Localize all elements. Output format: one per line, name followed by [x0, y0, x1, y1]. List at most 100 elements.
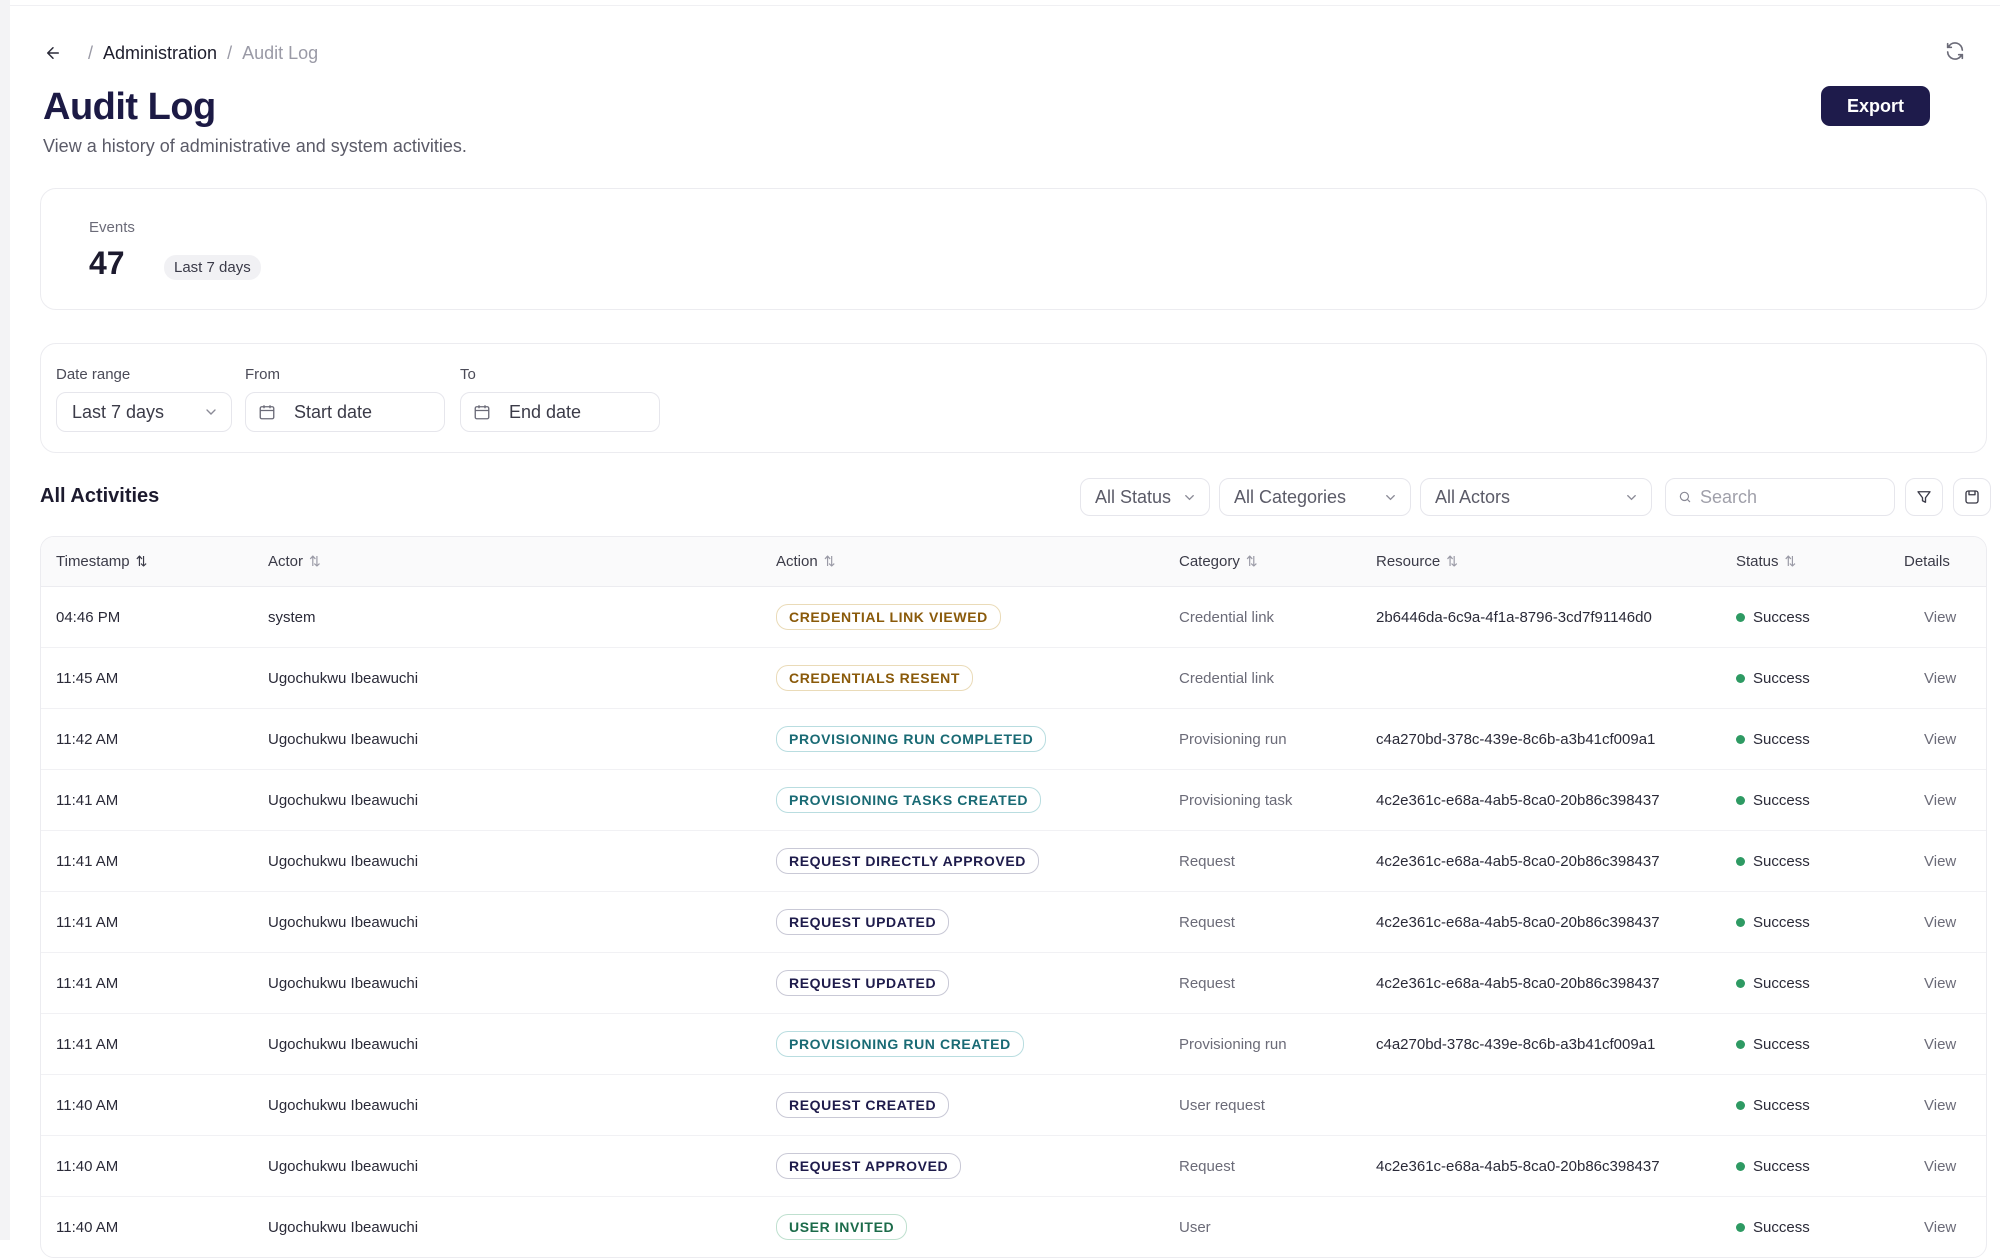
view-details-link[interactable]: View	[1924, 731, 1956, 748]
action-badge: REQUEST UPDATED	[776, 909, 950, 935]
cell-status: Success	[1736, 648, 1810, 708]
save-icon	[1965, 490, 1979, 504]
start-date-field[interactable]: Start date	[245, 392, 445, 432]
view-details-link[interactable]: View	[1924, 1158, 1956, 1175]
cell-resource: 4c2e361c-e68a-4ab5-8ca0-20b86c398437	[1376, 831, 1660, 891]
view-details-link[interactable]: View	[1924, 853, 1956, 870]
cell-details: View	[1924, 587, 1956, 647]
table-row[interactable]: 11:41 AM Ugochukwu Ibeawuchi PROVISIONING …	[41, 1014, 1986, 1075]
cell-resource: 2b6446da-6c9a-4f1a-8796-3cd7f91146d0	[1376, 587, 1652, 647]
table-row[interactable]: 11:42 AM Ugochukwu Ibeawuchi PROVISIONING …	[41, 709, 1986, 770]
cell-details: View	[1924, 831, 1956, 891]
filter-button[interactable]	[1905, 478, 1943, 516]
actor-filter-select[interactable]: All Actors	[1420, 478, 1652, 516]
table-row[interactable]: 11:41 AM Ugochukwu Ibeawuchi REQUEST UPDAT…	[41, 953, 1986, 1014]
end-date-field[interactable]: End date	[460, 392, 660, 432]
action-badge: PROVISIONING RUN COMPLETED	[776, 726, 1047, 752]
table-header: Timestamp ⇅ Actor ⇅ Action ⇅ Category ⇅ Reso…	[41, 537, 1986, 587]
cell-actor: Ugochukwu Ibeawuchi	[268, 1014, 418, 1074]
status-filter-select[interactable]: All Status	[1080, 478, 1210, 516]
view-details-link[interactable]: View	[1924, 609, 1956, 626]
cell-status: Success	[1736, 892, 1810, 952]
refresh-button[interactable]	[1944, 40, 1968, 64]
cell-status: Success	[1736, 1014, 1810, 1074]
cell-category: Request	[1179, 953, 1235, 1013]
status-text: Success	[1753, 730, 1810, 748]
cell-action: REQUEST UPDATED	[776, 892, 950, 952]
cell-timestamp: 11:42 AM	[56, 709, 118, 769]
table-row[interactable]: 11:40 AM Ugochukwu Ibeawuchi USER INVITED U…	[41, 1197, 1986, 1257]
status-text: Success	[1753, 1157, 1810, 1175]
actor-filter-value: All Actors	[1435, 486, 1511, 507]
cell-action: CREDENTIALS RESENT	[776, 648, 974, 708]
column-header-label: Status	[1736, 553, 1779, 570]
left-edge	[0, 0, 10, 1240]
cell-actor: Ugochukwu Ibeawuchi	[268, 892, 418, 952]
view-details-link[interactable]: View	[1924, 975, 1956, 992]
view-details-link[interactable]: View	[1924, 914, 1956, 931]
cell-resource-text: 4c2e361c-e68a-4ab5-8ca0-20b86c398437	[1376, 974, 1660, 992]
view-details-link[interactable]: View	[1924, 670, 1956, 687]
column-header-timestamp[interactable]: Timestamp ⇅	[56, 537, 147, 586]
table-row[interactable]: 11:41 AM Ugochukwu Ibeawuchi REQUEST DIREC…	[41, 831, 1986, 892]
cell-category-text: Credential link	[1179, 669, 1275, 687]
date-range-select[interactable]: Last 7 days	[56, 392, 232, 432]
table-row[interactable]: 11:45 AM Ugochukwu Ibeawuchi CREDENTIALS R…	[41, 648, 1986, 709]
action-badge: REQUEST UPDATED	[776, 970, 950, 996]
breadcrumb: / Administration / Audit Log	[42, 40, 318, 66]
view-details-link[interactable]: View	[1924, 1219, 1956, 1236]
cell-actor-text: Ugochukwu Ibeawuchi	[268, 913, 419, 931]
cell-action: USER INVITED	[776, 1197, 908, 1257]
status-dot	[1736, 1222, 1745, 1232]
cell-category-text: Provisioning task	[1179, 791, 1293, 809]
breadcrumb-administration[interactable]: Administration	[103, 43, 217, 64]
view-details-link[interactable]: View	[1924, 1036, 1956, 1053]
cell-timestamp-text: 11:41 AM	[56, 913, 119, 931]
start-date-placeholder: Start date	[294, 401, 373, 422]
cell-actor: Ugochukwu Ibeawuchi	[268, 770, 418, 830]
column-header-label: Timestamp	[56, 553, 130, 570]
column-header-label: Category	[1179, 553, 1240, 570]
column-header-resource[interactable]: Resource ⇅	[1376, 537, 1458, 586]
cell-category-text: Provisioning run	[1179, 1035, 1287, 1053]
cell-status: Success	[1736, 1075, 1810, 1135]
sort-icon: ⇅	[1446, 553, 1458, 569]
sort-icon: ⇅	[309, 553, 321, 569]
view-details-link[interactable]: View	[1924, 792, 1956, 809]
search-input[interactable]	[1698, 485, 1882, 509]
table-row[interactable]: 11:41 AM Ugochukwu Ibeawuchi PROVISIONING …	[41, 770, 1986, 831]
back-button[interactable]	[42, 42, 64, 64]
table-row[interactable]: 11:40 AM Ugochukwu Ibeawuchi REQUEST CREAT…	[41, 1075, 1986, 1136]
page-subtitle: View a history of administrative and sys…	[43, 136, 467, 156]
status-filter-value: All Status	[1095, 486, 1172, 507]
cell-status: Success	[1736, 831, 1810, 891]
calendar-icon	[474, 405, 490, 420]
action-badge: PROVISIONING RUN CREATED	[776, 1031, 1024, 1057]
view-details-link[interactable]: View	[1924, 1097, 1956, 1114]
cell-resource: 4c2e361c-e68a-4ab5-8ca0-20b86c398437	[1376, 953, 1660, 1013]
column-header-category[interactable]: Category ⇅	[1179, 537, 1258, 586]
category-filter-select[interactable]: All Categories	[1219, 478, 1411, 516]
status-dot	[1736, 734, 1745, 744]
column-header-actor[interactable]: Actor ⇅	[268, 537, 321, 586]
cell-resource-text: 4c2e361c-e68a-4ab5-8ca0-20b86c398437	[1376, 1157, 1660, 1175]
table-row[interactable]: 04:46 PM system CREDENTIAL LINK VIEWED Cred…	[41, 587, 1986, 648]
cell-actor: Ugochukwu Ibeawuchi	[268, 1197, 418, 1257]
column-header-action[interactable]: Action ⇅	[776, 537, 835, 586]
table-row[interactable]: 11:41 AM Ugochukwu Ibeawuchi REQUEST UPDAT…	[41, 892, 1986, 953]
cell-resource: c4a270bd-378c-439e-8c6b-a3b41cf009a1	[1376, 1014, 1655, 1074]
cell-action: REQUEST DIRECTLY APPROVED	[776, 831, 1039, 891]
cell-timestamp-text: 04:46 PM	[56, 608, 121, 626]
cell-action: REQUEST UPDATED	[776, 953, 950, 1013]
column-header-status[interactable]: Status ⇅	[1736, 537, 1796, 586]
cell-category-text: User	[1179, 1218, 1211, 1236]
action-badge: PROVISIONING TASKS CREATED	[776, 787, 1042, 813]
breadcrumb-separator: /	[227, 42, 233, 63]
status-dot	[1736, 1161, 1745, 1171]
save-view-button[interactable]	[1953, 478, 1991, 516]
table-row[interactable]: 11:40 AM Ugochukwu Ibeawuchi REQUEST APPRO…	[41, 1136, 1986, 1197]
export-button[interactable]: Export	[1820, 86, 1930, 126]
date-range-label: Date range	[56, 366, 131, 383]
cell-timestamp: 11:40 AM	[56, 1075, 118, 1135]
status-dot	[1736, 673, 1745, 683]
